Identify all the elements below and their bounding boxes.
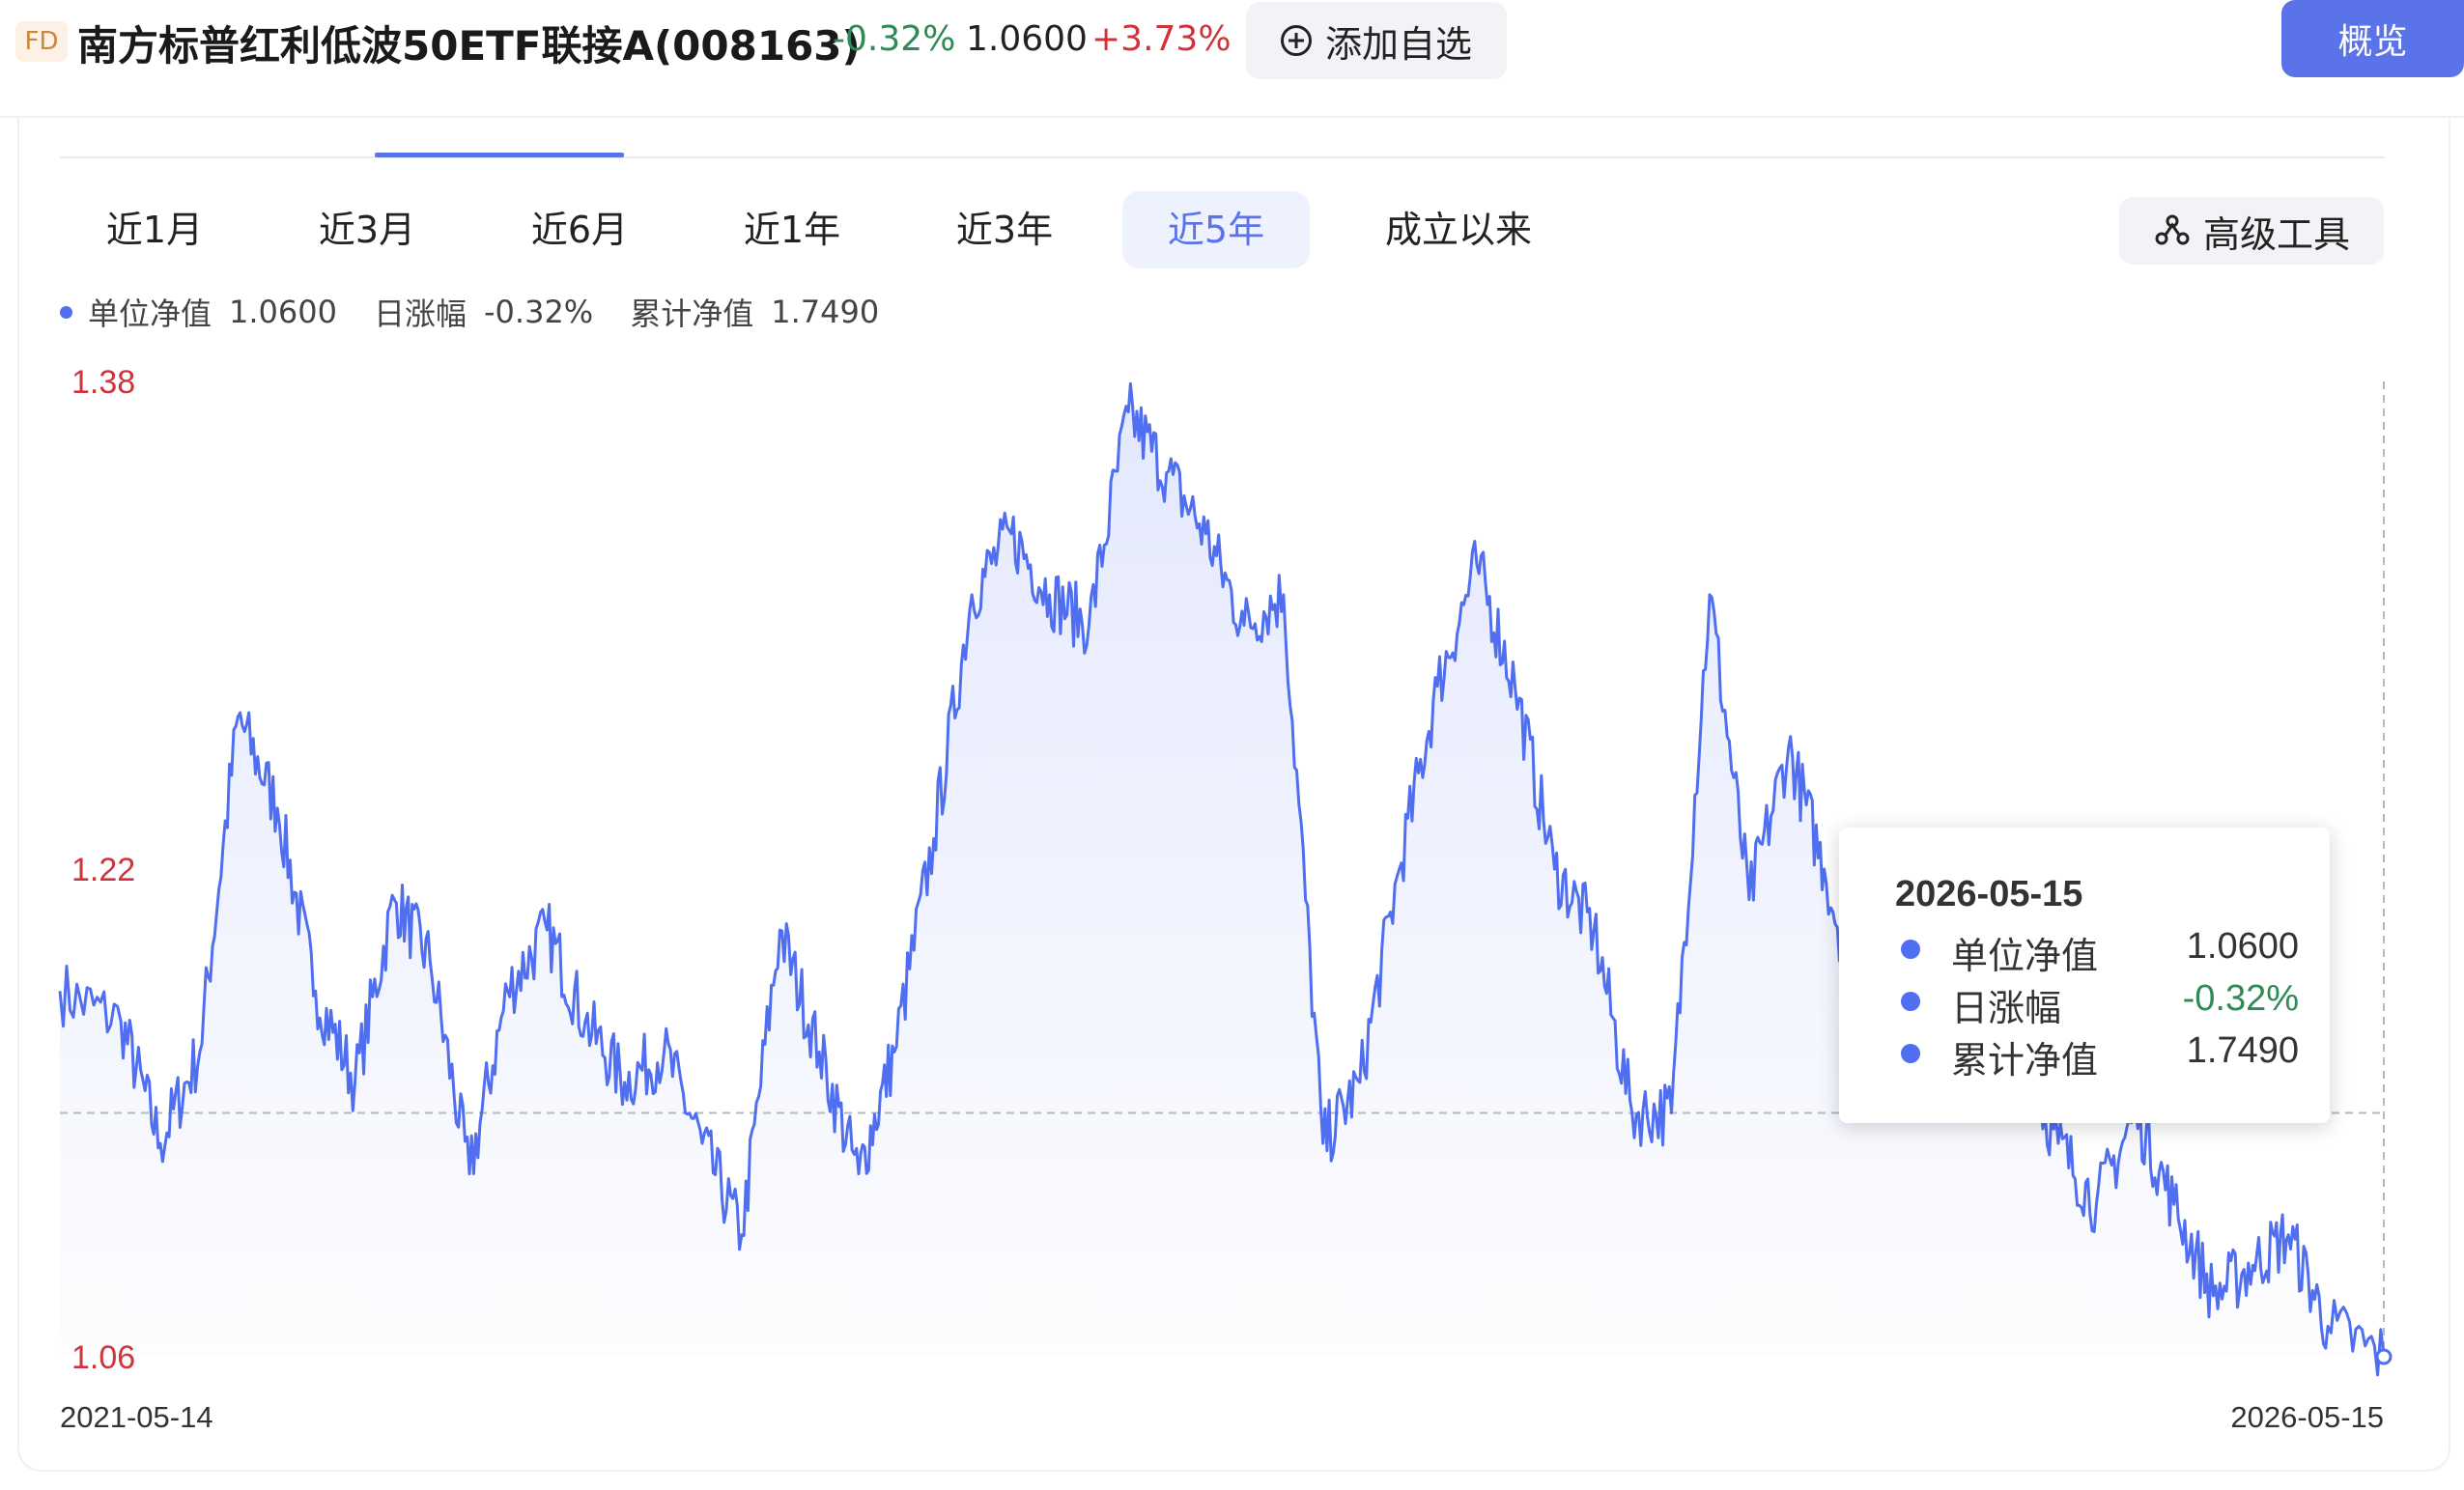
tooltip-date: 2026-05-15 <box>1895 874 2083 914</box>
chart-tooltip: 2026-05-15 单位净值 1.0600 日涨幅 -0.32% 累计净值 1… <box>1839 828 2330 1123</box>
tooltip-dot <box>1901 1044 1920 1063</box>
tab-3-months[interactable]: 近3月 <box>299 191 435 268</box>
legend-cum-nav-label: 累计净值 <box>630 295 754 332</box>
tooltip-cum-nav-label: 累计净值 <box>1951 1041 2099 1082</box>
add-watchlist-button[interactable]: 添加自选 <box>1246 2 1507 79</box>
tab-since-inception[interactable]: 成立以来 <box>1372 191 1545 268</box>
tooltip-cum-nav-value: 1.7490 <box>2186 1030 2299 1071</box>
tooltip-dot <box>1901 992 1920 1011</box>
advanced-tools-label: 高级工具 <box>2202 212 2350 256</box>
tooltip-dot <box>1901 940 1920 959</box>
advanced-tools-button[interactable]: 高级工具 <box>2119 197 2384 265</box>
tooltip-daily-change-label: 日涨幅 <box>1951 989 2062 1029</box>
tab-1-year[interactable]: 近1年 <box>724 191 860 268</box>
header-nav: 1.0600 <box>966 19 1088 59</box>
legend-daily-change-label: 日涨幅 <box>373 295 467 332</box>
tab-3-years[interactable]: 近3年 <box>937 191 1072 268</box>
legend-unit-nav-label: 单位净值 <box>88 295 212 332</box>
fund-title: 南方标普红利低波50ETF联接A(008163) <box>77 22 861 70</box>
tooltip-unit-nav-value: 1.0600 <box>2186 926 2299 967</box>
tooltip-daily-change-value: -0.32% <box>2182 978 2299 1019</box>
analytics-tool-icon <box>2155 214 2190 245</box>
tab-6-months[interactable]: 近6月 <box>512 191 647 268</box>
tooltip-unit-nav-row: 单位净值 1.0600 <box>1893 922 2299 977</box>
legend-cum-nav-value: 1.7490 <box>771 294 880 330</box>
tab-5-years[interactable]: 近5年 <box>1122 191 1310 268</box>
fund-type-badge: FD <box>15 21 68 62</box>
tooltip-cum-nav-row: 累计净值 1.7490 <box>1893 1026 2299 1082</box>
add-watchlist-label: 添加自选 <box>1324 22 1472 66</box>
chart-legend: 单位净值 1.0600 日涨幅 -0.32% 累计净值 1.7490 <box>60 290 916 334</box>
legend-unit-nav-value: 1.0600 <box>229 294 337 330</box>
header-daily-change: -0.32% <box>833 19 956 59</box>
plus-circle-icon <box>1280 25 1312 56</box>
legend-daily-change-value: -0.32% <box>484 294 594 330</box>
top-bar: FD 南方标普红利低波50ETF联接A(008163) -0.32% 1.060… <box>0 0 2464 118</box>
overview-button[interactable]: 概览 <box>2281 0 2464 77</box>
tooltip-daily-change-row: 日涨幅 -0.32% <box>1893 974 2299 1029</box>
tooltip-unit-nav-label: 单位净值 <box>1951 937 2099 977</box>
header-period-return: +3.73% <box>1091 19 1232 59</box>
tab-1-month[interactable]: 近1月 <box>87 191 222 268</box>
legend-dot <box>60 305 72 319</box>
section-tab-indicator <box>375 153 624 157</box>
